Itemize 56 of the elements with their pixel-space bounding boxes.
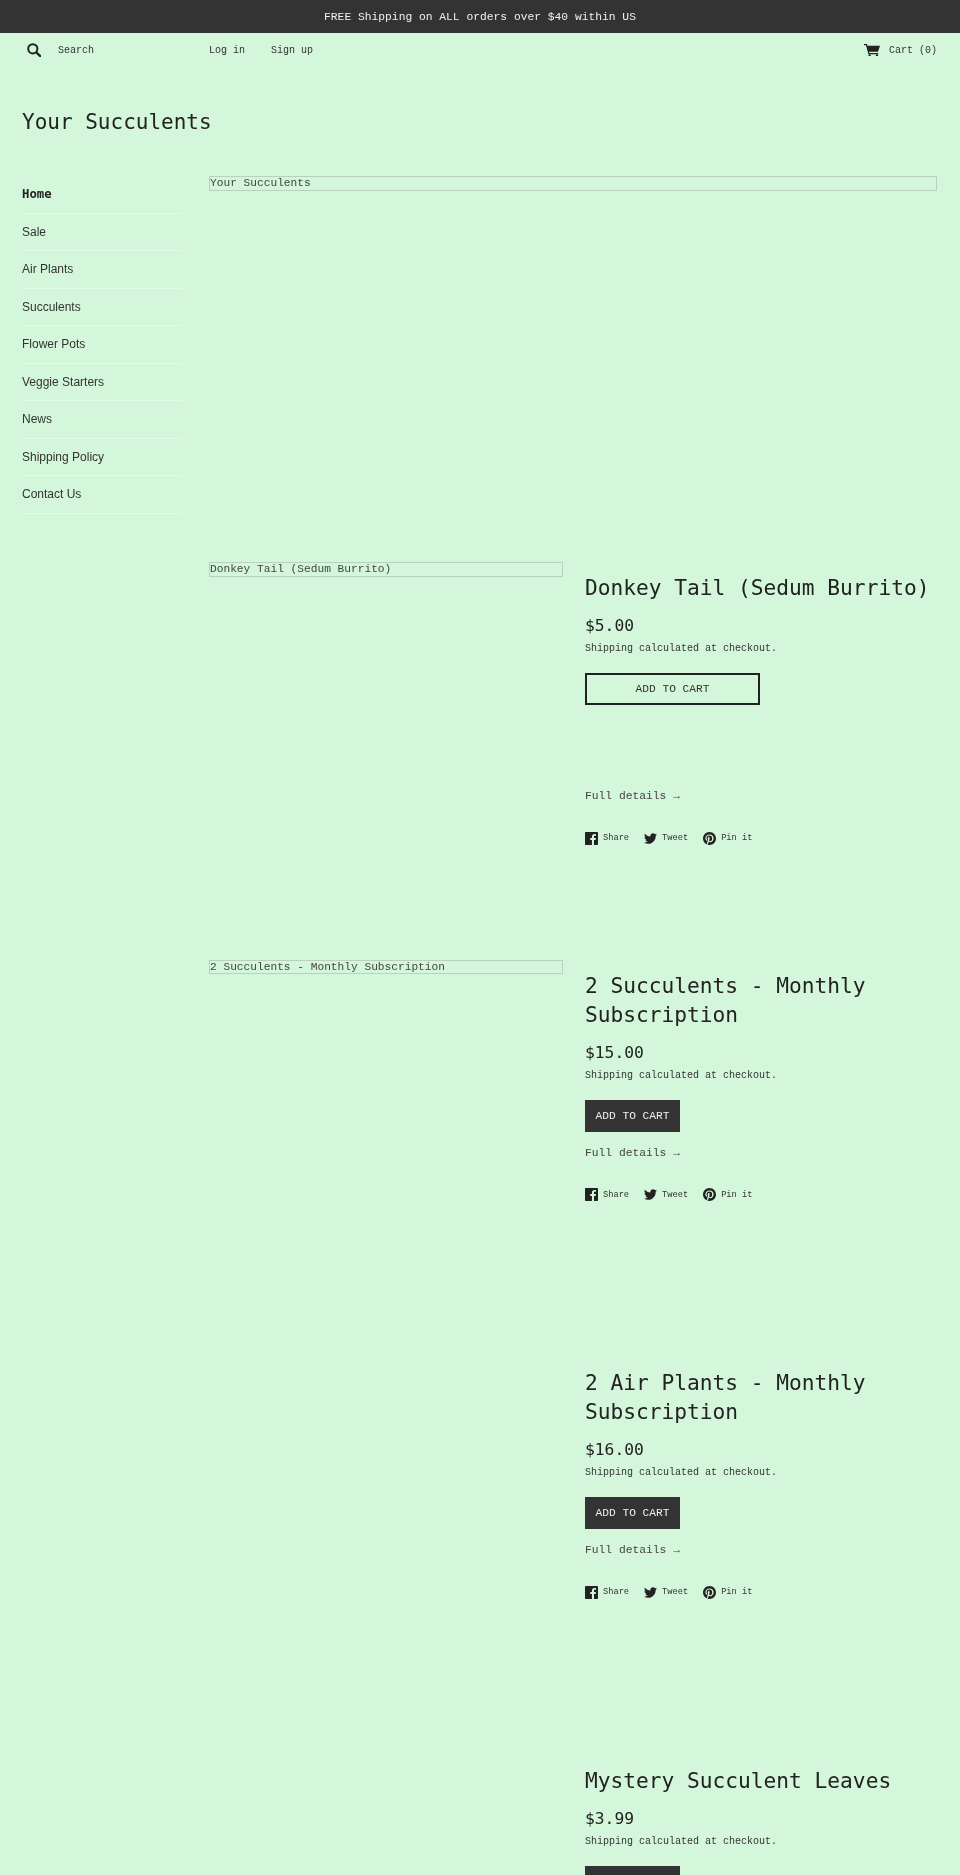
facebook-icon (585, 1188, 598, 1201)
product-price: $3.99 (585, 1808, 634, 1829)
shipping-note: Shipping calculated at checkout. (585, 1466, 778, 1480)
pin-it-link[interactable]: Pin it (703, 1188, 753, 1201)
share-link[interactable]: Share (585, 1585, 630, 1599)
pin-it-link[interactable]: Pin it (703, 1585, 753, 1599)
shipping-note: Shipping calculated at checkout. (585, 1068, 778, 1083)
nav-item[interactable]: Contact Us (22, 476, 182, 514)
store-title[interactable]: Your Succulents (22, 109, 212, 135)
tweet-link[interactable]: Tweet (644, 1585, 689, 1599)
add-to-cart-button[interactable]: ADD TO CART (585, 673, 760, 705)
product-price: $16.00 (585, 1440, 644, 1460)
full-details-link[interactable]: Full details → (585, 1542, 680, 1558)
login-link[interactable]: Log in (209, 44, 245, 56)
cart-link[interactable]: Cart (0) (864, 43, 937, 57)
product-price: $5.00 (585, 616, 634, 636)
pinterest-icon (703, 1585, 717, 1599)
pinterest-icon (703, 831, 717, 845)
bird-icon (644, 831, 658, 845)
announcement-bar: FREE Shipping on ALL orders over $40 within US (0, 0, 960, 33)
pin-it-link[interactable]: Pin it (703, 831, 753, 845)
add-to-cart-button[interactable]: ADD TO CART (585, 1497, 680, 1529)
pinterest-icon (703, 1188, 717, 1201)
product-title: Donkey Tail (Sedum Burrito) (585, 574, 931, 602)
product-title: Mystery Succulent Leaves (585, 1766, 893, 1795)
image-alt-text: Your Succulents (209, 176, 937, 191)
add-to-cart-button[interactable]: ADD TO CART (585, 1099, 680, 1132)
tweet-link[interactable]: Tweet (644, 1188, 689, 1201)
signup-link[interactable]: Sign up (271, 44, 314, 56)
search-field[interactable]: Search (58, 42, 168, 58)
shipping-note: Shipping calculated at checkout. (585, 642, 778, 656)
nav-item[interactable]: Succulents (22, 288, 182, 326)
cart-icon (864, 43, 880, 57)
nav-item[interactable]: Sale (22, 213, 182, 251)
product-title: 2 Succulents - Monthly Subscription (585, 971, 867, 1029)
nav-item[interactable]: Veggie Starters (22, 363, 182, 401)
nav-item[interactable]: News (22, 401, 182, 439)
full-details-link[interactable]: Full details → (585, 788, 680, 804)
product-price: $15.00 (585, 1042, 644, 1063)
nav-item[interactable]: Flower Pots (22, 326, 182, 364)
shipping-note: Shipping calculated at checkout. (585, 1834, 778, 1849)
nav-item[interactable]: Shipping Policy (22, 438, 182, 476)
bird-icon (644, 1585, 658, 1599)
facebook-icon (585, 1585, 598, 1599)
bird-icon (644, 1188, 658, 1201)
facebook-icon (585, 831, 598, 845)
image-alt-text: Donkey Tail (Sedum Burrito) (209, 562, 563, 577)
search-icon[interactable] (27, 43, 41, 57)
product-title: 2 Air Plants - Monthly Subscription (585, 1369, 867, 1426)
share-link[interactable]: Share (585, 1188, 630, 1201)
tweet-link[interactable]: Tweet (644, 831, 689, 845)
nav-item[interactable]: Air Plants (22, 251, 182, 289)
share-link[interactable]: Share (585, 831, 630, 845)
image-alt-text: 2 Succulents - Monthly Subscription (209, 959, 563, 974)
full-details-link[interactable]: Full details → (585, 1144, 680, 1161)
nav-item[interactable]: Home (22, 176, 182, 214)
